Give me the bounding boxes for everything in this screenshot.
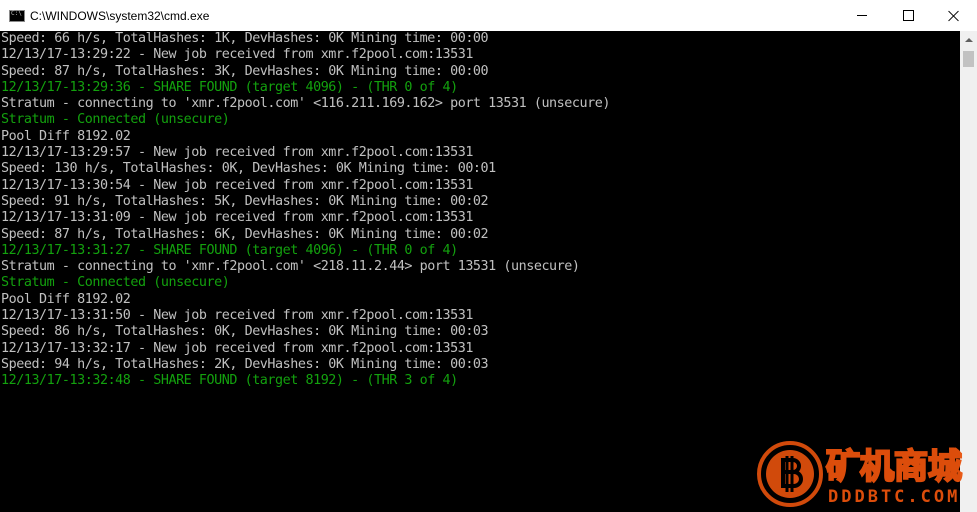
maximize-icon	[902, 10, 914, 21]
scrollbar-thumb[interactable]	[963, 51, 974, 67]
console-line: 12/13/17-13:30:54 - New job received fro…	[1, 177, 473, 193]
console-line: Pool Diff 8192.02	[1, 128, 131, 144]
console-line: 12/13/17-13:31:50 - New job received fro…	[1, 308, 473, 324]
watermark-title: 矿机商城	[826, 447, 962, 487]
console-line: Stratum - Connected (unsecure)	[1, 112, 230, 128]
cmd-icon[interactable]	[9, 9, 25, 22]
console-line: Pool Diff 8192.02	[1, 291, 131, 307]
console-line: 12/13/17-13:29:22 - New job received fro…	[1, 47, 473, 63]
cmd-window: C:\WINDOWS\system32\cmd.exe Speed: 66 h/…	[0, 0, 977, 512]
console-line: Stratum - connecting to 'xmr.f2pool.com'…	[1, 259, 580, 275]
bitcoin-logo-icon	[757, 441, 823, 507]
console-line: Speed: 86 h/s, TotalHashes: 0K, DevHashe…	[1, 324, 489, 340]
close-button[interactable]	[931, 0, 977, 31]
minimize-button[interactable]	[839, 0, 885, 31]
console-line: Stratum - connecting to 'xmr.f2pool.com'…	[1, 96, 610, 112]
console-line: 12/13/17-13:29:57 - New job received fro…	[1, 145, 473, 161]
console-line: Speed: 87 h/s, TotalHashes: 3K, DevHashe…	[1, 63, 489, 79]
console-line: 12/13/17-13:29:36 - SHARE FOUND (target …	[1, 79, 458, 95]
console-line: Speed: 91 h/s, TotalHashes: 5K, DevHashe…	[1, 193, 489, 209]
minimize-icon	[857, 15, 867, 16]
console-line: Speed: 94 h/s, TotalHashes: 2K, DevHashe…	[1, 356, 489, 372]
watermark-subtitle: DDDBTC.COM	[828, 487, 960, 507]
console-line: 12/13/17-13:32:48 - SHARE FOUND (target …	[1, 373, 458, 389]
console-line: 12/13/17-13:32:17 - New job received fro…	[1, 340, 473, 356]
console-line: 12/13/17-13:31:27 - SHARE FOUND (target …	[1, 242, 458, 258]
console-line: 12/13/17-13:31:09 - New job received fro…	[1, 210, 473, 226]
window-title: C:\WINDOWS\system32\cmd.exe	[30, 8, 210, 23]
watermark-logo: 矿机商城 DDDBTC.COM	[757, 441, 963, 507]
console-line: Speed: 130 h/s, TotalHashes: 0K, DevHash…	[1, 161, 496, 177]
title-bar[interactable]: C:\WINDOWS\system32\cmd.exe	[0, 0, 977, 31]
console-line: Speed: 87 h/s, TotalHashes: 6K, DevHashe…	[1, 226, 489, 242]
scroll-up-button[interactable]	[960, 31, 977, 48]
maximize-button[interactable]	[885, 0, 931, 31]
close-icon	[948, 10, 960, 22]
console-line: Speed: 66 h/s, TotalHashes: 1K, DevHashe…	[1, 31, 489, 46]
arrow-up-icon	[964, 37, 973, 42]
console-line: Stratum - Connected (unsecure)	[1, 275, 230, 291]
